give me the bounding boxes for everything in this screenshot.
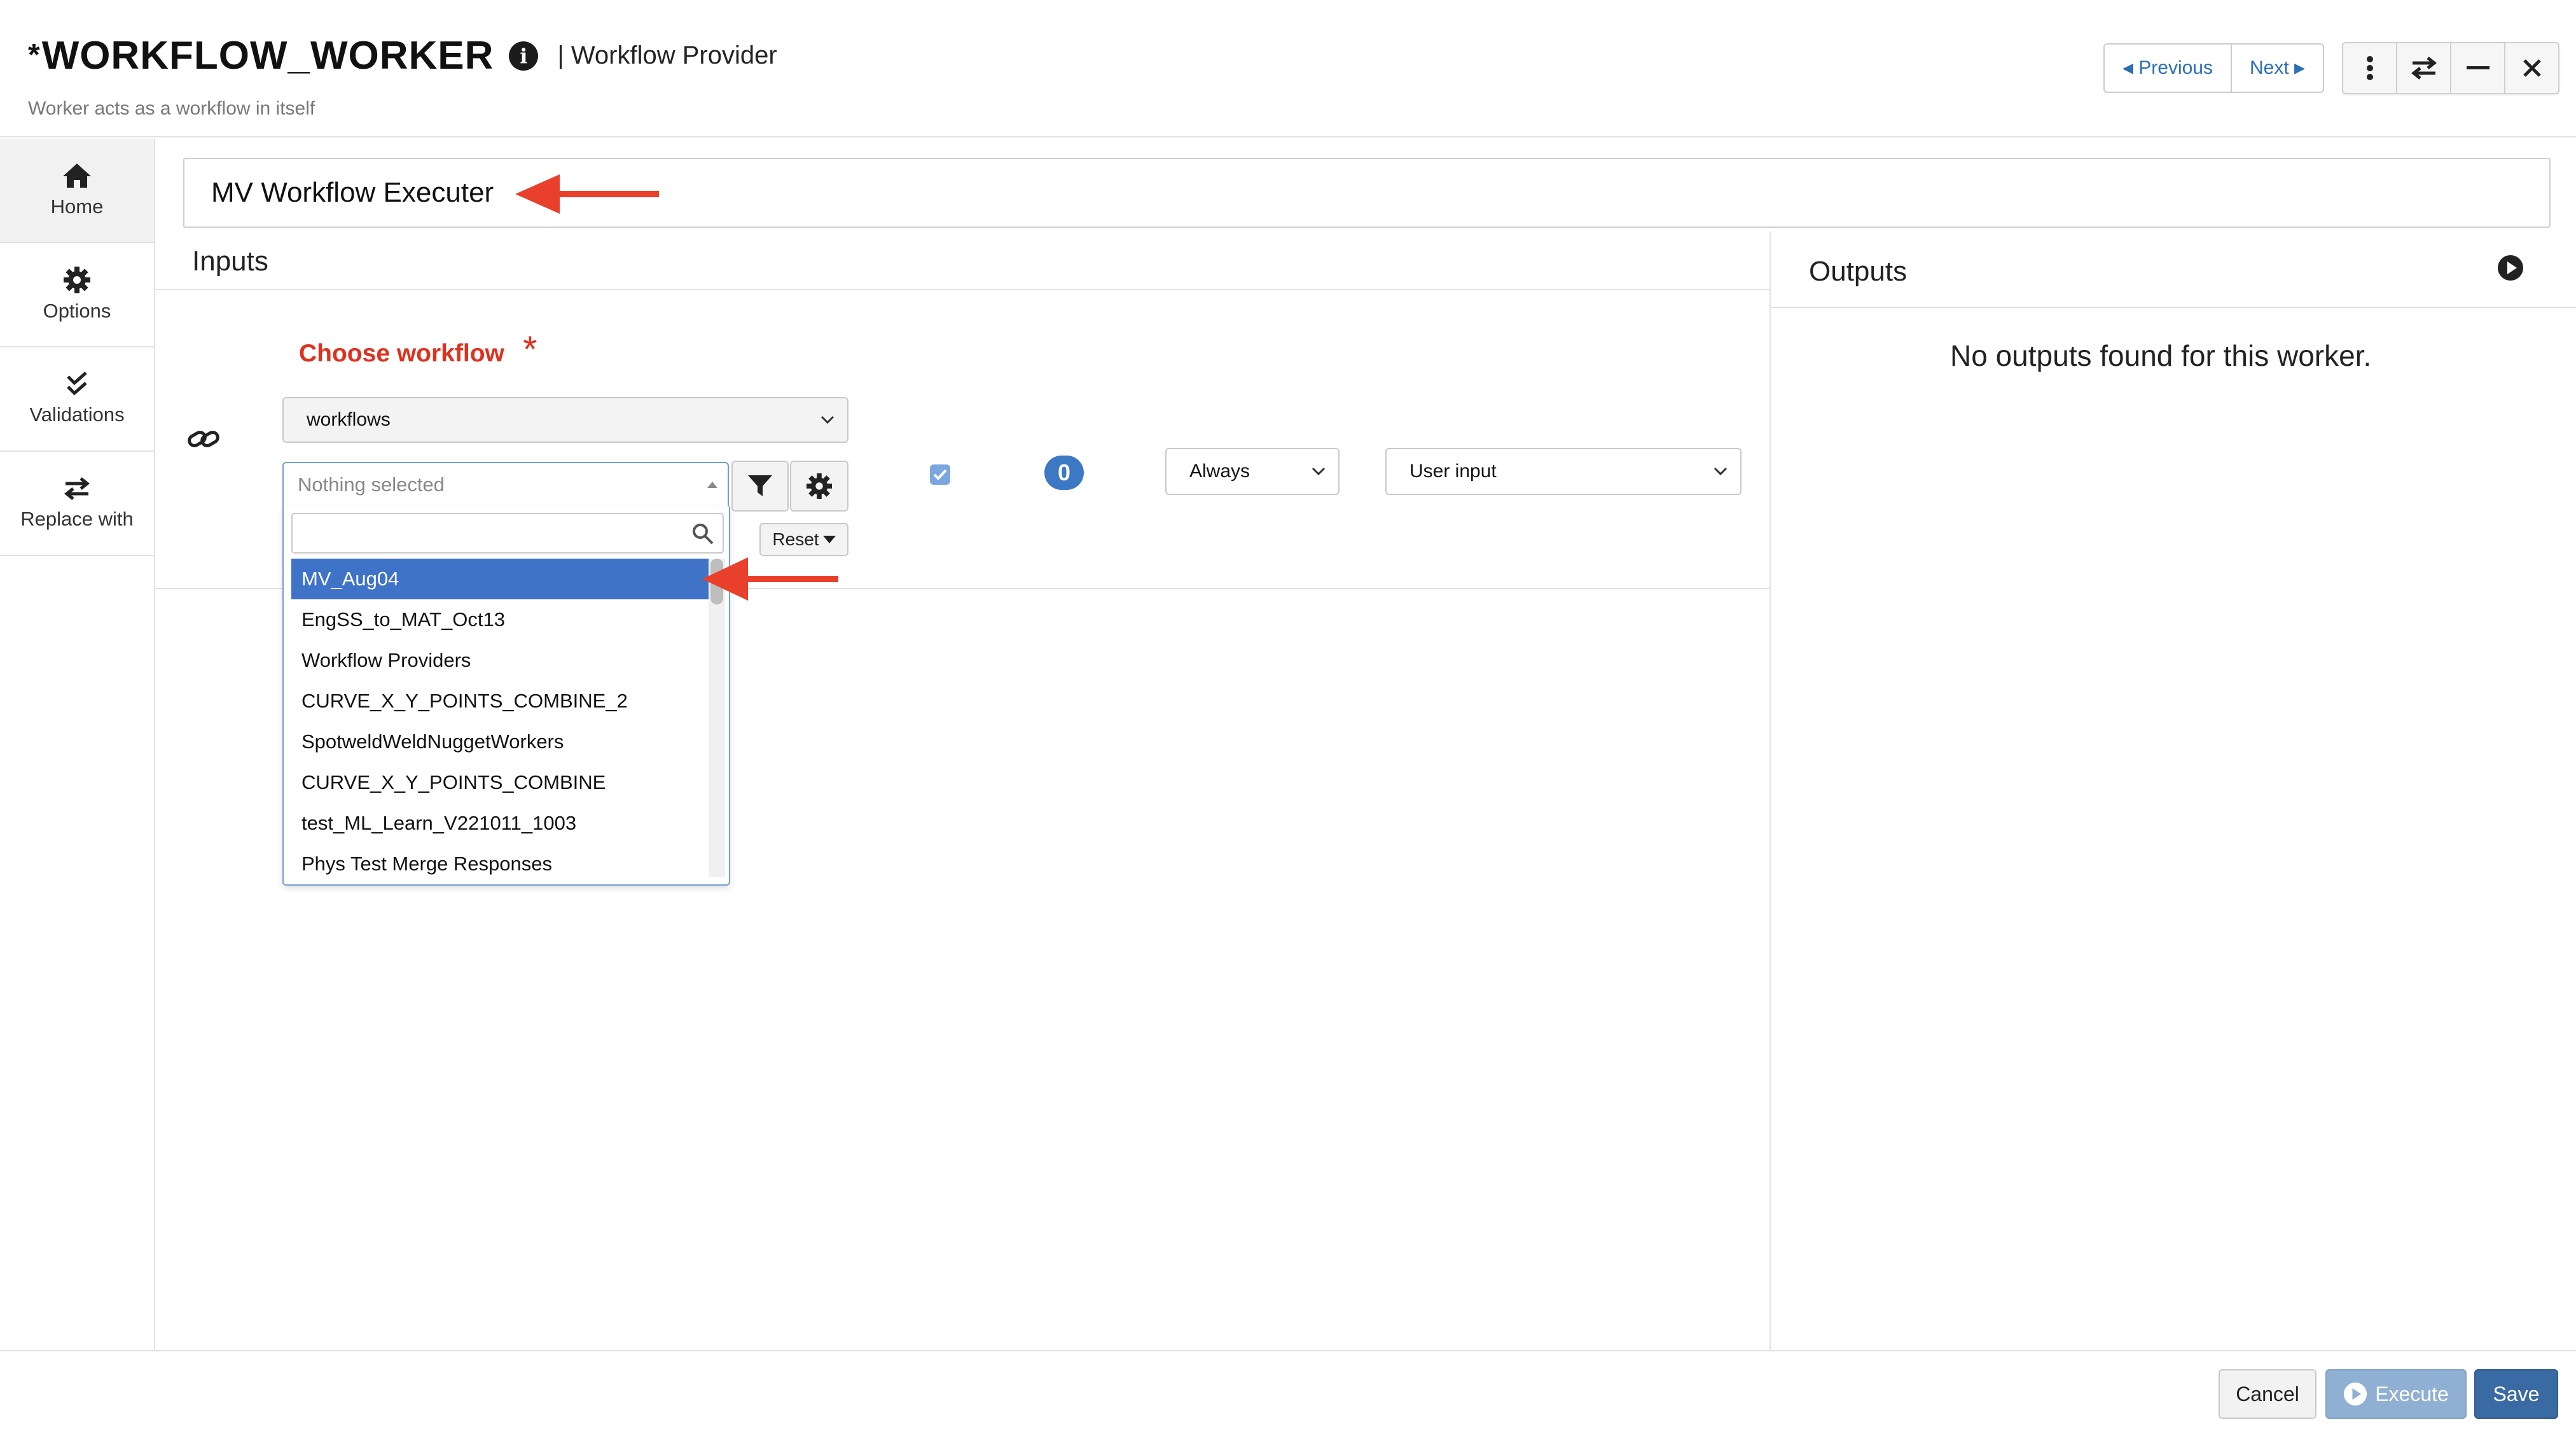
dropdown-option[interactable]: SpotweldWeldNuggetWorkers [291, 722, 711, 762]
dropdown-option[interactable]: EngSS_to_MAT_Oct13 [291, 599, 711, 640]
caret-left-icon: ◀ [2122, 60, 2133, 76]
workflow-settings-button[interactable] [790, 461, 848, 512]
minimize-icon [2466, 66, 2489, 69]
workflow-select-placeholder: Nothing selected [298, 473, 445, 496]
gear-icon [807, 473, 832, 499]
condition-select-value: Always [1189, 461, 1250, 482]
outputs-header-divider [1771, 307, 2576, 308]
worker-name-value: MV Workflow Executer [211, 177, 494, 208]
reset-button[interactable]: Reset [759, 523, 848, 556]
dropdown-search [291, 513, 724, 554]
dropdown-search-input[interactable] [299, 514, 683, 552]
sidebar-item-label: Options [43, 300, 111, 322]
info-icon[interactable]: i [509, 41, 539, 71]
inputs-header-divider [155, 289, 1771, 290]
sidebar-item-validations[interactable]: Validations [0, 347, 154, 452]
page-header: *WORKFLOW_WORKER i | Workflow Provider [28, 33, 777, 78]
reset-label: Reset [772, 529, 819, 549]
swap-button[interactable] [2396, 43, 2450, 93]
gear-icon [64, 267, 90, 293]
caret-right-icon: ▶ [2294, 60, 2305, 76]
enabled-checkbox[interactable] [930, 464, 950, 485]
exchange-icon [2411, 57, 2437, 80]
close-button[interactable] [2504, 43, 2558, 93]
execute-button[interactable]: Execute [2325, 1369, 2467, 1419]
dropdown-scrollbar[interactable] [709, 559, 725, 877]
sidebar-item-label: Replace with [20, 508, 134, 530]
previous-button[interactable]: ◀ Previous [2105, 45, 2231, 92]
panel-divider [1769, 232, 1771, 1351]
cancel-button[interactable]: Cancel [2219, 1369, 2316, 1419]
next-label: Next [2249, 57, 2289, 78]
worker-title-text: WORKFLOW_WORKER [41, 34, 494, 78]
dropdown-option[interactable]: Workflow Providers [291, 640, 711, 681]
dropdown-option[interactable]: CURVE_X_Y_POINTS_COMBINE_2 [291, 681, 711, 722]
condition-select[interactable]: Always [1165, 448, 1340, 495]
dropdown-options: MV_Aug04 EngSS_to_MAT_Oct13 Workflow Pro… [291, 559, 711, 884]
record-navigation: ◀ Previous Next ▶ [2103, 43, 2324, 93]
save-button[interactable]: Save [2474, 1369, 2558, 1419]
sidebar-item-label: Validations [29, 403, 125, 426]
header-divider [0, 136, 2576, 137]
outputs-heading: Outputs [1809, 256, 1908, 287]
play-circle-icon [2344, 1382, 2367, 1406]
sidebar-item-home[interactable]: Home [0, 139, 154, 243]
dropdown-option[interactable]: Phys Test Merge Responses [291, 844, 711, 884]
annotation-arrow-option [702, 557, 838, 601]
home-icon [63, 164, 91, 188]
worker-type-label: | Workflow Provider [557, 41, 777, 69]
dropdown-option[interactable]: test_ML_Learn_V221011_1003 [291, 803, 711, 844]
check-double-icon [67, 372, 87, 396]
inputs-heading: Inputs [192, 246, 268, 277]
sidebar-item-options[interactable]: Options [0, 243, 154, 347]
run-outputs-icon[interactable] [2497, 254, 2524, 281]
exchange-icon [64, 477, 90, 500]
minimize-button[interactable] [2450, 43, 2504, 93]
source-select-value: User input [1409, 461, 1497, 482]
sidebar-item-replace-with[interactable]: Replace with [0, 452, 154, 556]
dropdown-option[interactable]: MV_Aug04 [291, 559, 711, 599]
workflow-select[interactable]: Nothing selected [282, 462, 729, 508]
chevron-down-icon [1312, 467, 1326, 476]
chevron-down-icon [1714, 467, 1728, 476]
checkmark-icon [933, 469, 947, 480]
filter-icon [748, 475, 772, 496]
vertical-ellipsis-icon [2366, 56, 2373, 80]
unsaved-marker: * [28, 38, 41, 72]
count-badge: 0 [1044, 456, 1084, 490]
caret-down-icon [822, 536, 836, 543]
sidebar: Home Options Validations Replace with [0, 139, 155, 1351]
caret-up-icon [707, 482, 717, 488]
previous-label: Previous [2138, 57, 2213, 78]
dropdown-option[interactable]: CURVE_X_Y_POINTS_COMBINE [291, 762, 711, 803]
worker-description: Worker acts as a workflow in itself [28, 98, 315, 119]
category-select-value: workflows [307, 409, 391, 430]
choose-workflow-label: Choose workflow [299, 340, 504, 367]
workflow-dropdown: MV_Aug04 EngSS_to_MAT_Oct13 Workflow Pro… [282, 506, 730, 886]
link-icon[interactable] [187, 426, 220, 452]
footer-divider [0, 1350, 2576, 1351]
filter-button[interactable] [731, 461, 789, 512]
next-button[interactable]: Next ▶ [2230, 45, 2323, 92]
source-select[interactable]: User input [1385, 448, 1742, 495]
window-controls [2342, 42, 2559, 94]
chevron-down-icon [821, 415, 834, 424]
execute-label: Execute [2375, 1382, 2449, 1405]
close-icon [2523, 59, 2541, 77]
required-marker: * [523, 329, 537, 370]
no-outputs-message: No outputs found for this worker. [1950, 339, 2372, 372]
worker-title: *WORKFLOW_WORKER [28, 33, 494, 78]
search-icon [693, 524, 714, 545]
category-select[interactable]: workflows [282, 397, 848, 443]
more-options-button[interactable] [2343, 43, 2396, 93]
annotation-arrow-name [515, 174, 659, 214]
sidebar-item-label: Home [50, 195, 104, 218]
